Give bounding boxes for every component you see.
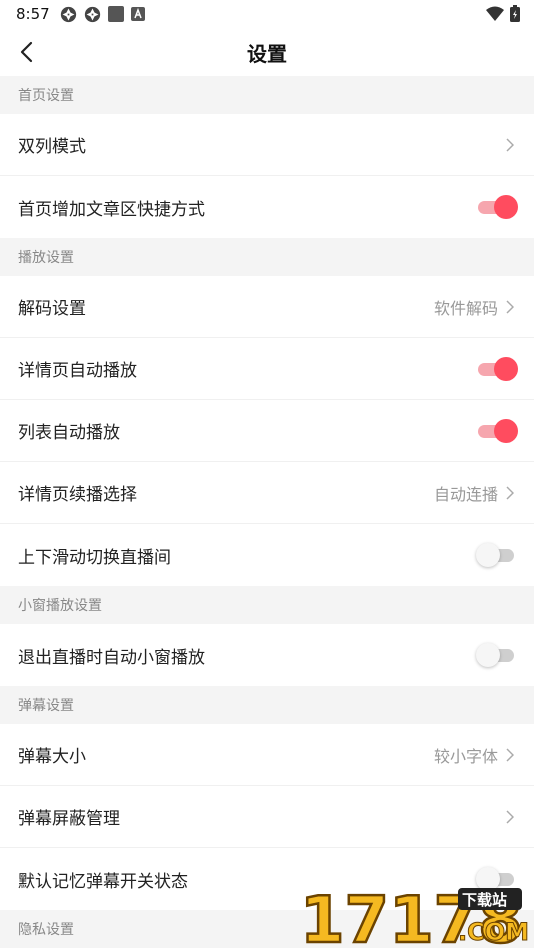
a-letter-icon <box>130 7 145 21</box>
watermark-logo: 17178 下载站 .COM <box>300 886 530 948</box>
system-icons <box>486 5 520 22</box>
row-label: 退出直播时自动小窗播放 <box>18 647 205 668</box>
row-label: 详情页续播选择 <box>18 485 137 505</box>
battery-charging-icon <box>510 5 520 22</box>
page-title: 设置 <box>247 41 287 66</box>
row-label: 首页增加文章区快捷方式 <box>18 199 205 220</box>
section-header-home: 首页设置 <box>0 76 534 114</box>
back-arrow-icon <box>20 41 33 63</box>
row-label: 详情页自动播放 <box>18 361 137 381</box>
wifi-icon <box>486 6 504 21</box>
watermark-domain: .COM <box>458 918 529 946</box>
notification-icons <box>60 6 145 23</box>
row-label: 弹幕大小 <box>18 747 86 767</box>
setting-row-list-autoplay: 列表自动播放 <box>0 400 534 462</box>
aperture-icon <box>84 6 100 22</box>
section-header-playback: 播放设置 <box>0 238 534 276</box>
row-label: 上下滑动切换直播间 <box>18 547 171 568</box>
square-app-icon <box>107 6 124 22</box>
watermark-tag: 下载站 <box>462 891 507 909</box>
setting-row-swipe-switch: 上下滑动切换直播间 <box>0 524 534 586</box>
list-autoplay-toggle[interactable] <box>478 418 518 443</box>
back-button[interactable] <box>10 36 42 68</box>
row-label: 双列模式 <box>18 137 86 157</box>
aperture-icon <box>60 6 76 22</box>
setting-row-mini-window: 退出直播时自动小窗播放 <box>0 624 534 686</box>
setting-row-detail-autoplay: 详情页自动播放 <box>0 338 534 400</box>
chevron-right-icon <box>504 747 516 763</box>
row-value: 自动连播 <box>433 484 498 504</box>
setting-row-decode[interactable]: 解码设置 软件解码 <box>0 276 534 338</box>
chevron-right-icon <box>504 485 516 501</box>
row-value: 较小字体 <box>433 746 498 766</box>
row-label: 弹幕屏蔽管理 <box>18 809 120 829</box>
chevron-right-icon <box>504 809 516 825</box>
setting-row-dual-column[interactable]: 双列模式 <box>0 114 534 176</box>
status-bar: 8:57 <box>0 0 534 28</box>
app-header: 设置 <box>0 28 534 76</box>
status-time: 8:57 <box>16 5 50 23</box>
detail-autoplay-toggle[interactable] <box>478 356 518 381</box>
settings-list: 首页设置 双列模式 首页增加文章区快捷方式 播放设置 解码设置 软件解码 详情页… <box>0 76 534 948</box>
setting-row-danmaku-block[interactable]: 弹幕屏蔽管理 <box>0 786 534 848</box>
setting-row-continue-play[interactable]: 详情页续播选择 自动连播 <box>0 462 534 524</box>
row-label: 解码设置 <box>18 299 86 319</box>
article-shortcut-toggle[interactable] <box>478 195 518 219</box>
row-value: 软件解码 <box>433 298 498 318</box>
section-header-mini-window: 小窗播放设置 <box>0 586 534 624</box>
chevron-right-icon <box>504 299 516 315</box>
chevron-right-icon <box>504 137 516 153</box>
setting-row-danmaku-size[interactable]: 弹幕大小 较小字体 <box>0 724 534 786</box>
section-header-danmaku: 弹幕设置 <box>0 686 534 724</box>
mini-window-toggle[interactable] <box>476 643 516 667</box>
setting-row-article-shortcut: 首页增加文章区快捷方式 <box>0 176 534 238</box>
swipe-switch-toggle[interactable] <box>476 543 516 567</box>
row-label: 列表自动播放 <box>18 423 120 443</box>
